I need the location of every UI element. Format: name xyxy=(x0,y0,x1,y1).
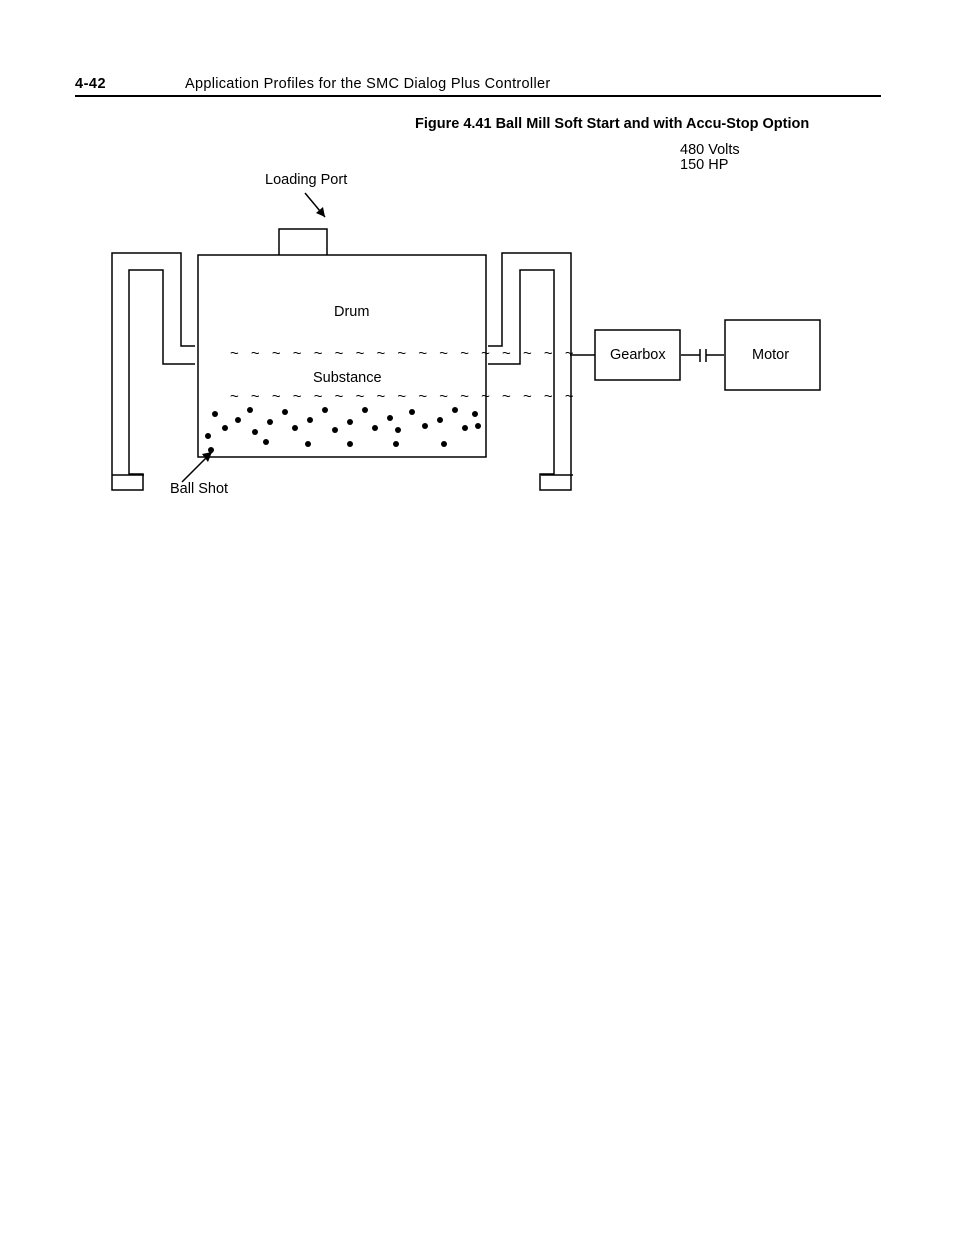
ballshot-pointer-icon xyxy=(178,446,220,486)
page-number: 4-42 xyxy=(75,76,106,92)
wave-row-icon: ~ ~ ~ ~ ~ ~ ~ ~ ~ ~ ~ ~ ~ ~ ~ ~ ~ xyxy=(230,345,578,362)
arrow-icon xyxy=(303,191,331,223)
loading-port-icon xyxy=(278,228,328,256)
motor-rect-icon xyxy=(724,319,821,392)
right-support-icon xyxy=(487,252,572,492)
document-page: 4-42 Application Profiles for the SMC Di… xyxy=(0,0,954,1235)
shaft2-icon xyxy=(680,348,725,366)
figure-caption: Figure 4.41 Ball Mill Soft Start and wit… xyxy=(415,116,809,132)
header-title: Application Profiles for the SMC Dialog … xyxy=(185,76,550,92)
right-base-icon xyxy=(540,474,574,492)
loading-port-label: Loading Port xyxy=(265,172,347,188)
left-base-icon xyxy=(111,474,145,492)
ballshot-dots-icon xyxy=(200,400,485,458)
header-rule xyxy=(75,95,881,97)
gearbox-rect-icon xyxy=(594,329,681,382)
spec-volts: 480 Volts xyxy=(680,142,740,158)
spec-hp: 150 HP xyxy=(680,157,728,173)
